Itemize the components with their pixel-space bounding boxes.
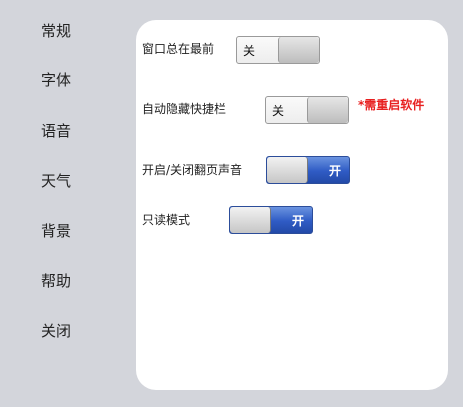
auto-hide-shortcut-bar-label: 自动隐藏快捷栏 [142,102,227,116]
toggle-state-text: 关 [272,104,285,118]
settings-panel: 窗口总在最前 关 自动隐藏快捷栏 关 *需重启软件 开启/关闭翻页声音 开 只读… [136,20,448,390]
toggle-state-text: 开 [328,164,341,178]
toggle-state-text: 开 [291,214,304,228]
toggle-knob [267,157,308,183]
read-only-mode-label: 只读模式 [142,213,191,227]
nav-item-weather[interactable]: 天气 [41,171,71,191]
nav-item-general[interactable]: 常规 [41,21,71,41]
always-on-top-toggle[interactable]: 关 [236,36,320,64]
always-on-top-label: 窗口总在最前 [142,42,215,56]
toggle-knob [307,97,348,123]
read-only-mode-toggle[interactable]: 开 [229,206,313,234]
restart-required-note: *需重启软件 [358,98,425,112]
sidebar-nav: 常规 字体 语音 天气 背景 帮助 关闭 [0,0,130,407]
page-turn-sound-label: 开启/关闭翻页声音 [142,163,243,177]
nav-item-background[interactable]: 背景 [41,221,71,241]
toggle-state-text: 关 [243,44,256,58]
toggle-knob [278,37,319,63]
toggle-knob [230,207,271,233]
nav-item-help[interactable]: 帮助 [41,271,71,291]
nav-item-voice[interactable]: 语音 [41,121,71,141]
nav-item-font[interactable]: 字体 [41,70,71,90]
page-turn-sound-toggle[interactable]: 开 [266,156,350,184]
nav-item-close[interactable]: 关闭 [41,321,71,341]
auto-hide-shortcut-bar-toggle[interactable]: 关 [265,96,349,124]
